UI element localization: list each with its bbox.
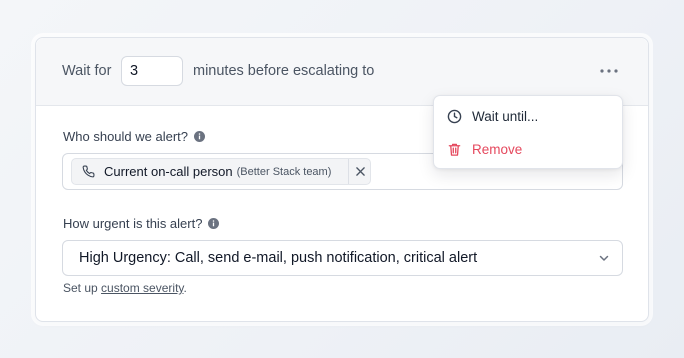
phone-icon	[82, 165, 95, 178]
more-options-button[interactable]	[597, 60, 621, 82]
who-alert-label-text: Who should we alert?	[63, 129, 189, 144]
tag-person-name: Current on-call person	[104, 164, 233, 179]
wait-minutes-input[interactable]	[121, 56, 183, 86]
urgency-label-text: How urgent is this alert?	[63, 216, 203, 231]
wait-suffix-label: minutes before escalating to	[193, 63, 375, 79]
tag-team-name: (Better Stack team)	[236, 165, 332, 178]
menu-item-remove[interactable]: Remove	[434, 134, 622, 164]
chevron-down-icon	[598, 252, 610, 264]
wait-prefix-label: Wait for	[62, 63, 112, 79]
remove-tag-button[interactable]	[349, 159, 371, 184]
who-alert-label: Who should we alert?	[63, 129, 206, 144]
menu-item-label: Remove	[472, 141, 523, 157]
more-options-menu: Wait until... Remove	[433, 95, 623, 169]
trash-icon	[447, 142, 462, 157]
setup-prefix: Set up	[63, 281, 98, 295]
clock-icon	[447, 109, 462, 124]
escalation-step-card: Wait for minutes before escalating to Wh…	[35, 37, 649, 322]
info-icon[interactable]	[194, 131, 206, 142]
custom-severity-link[interactable]: custom severity	[101, 281, 183, 295]
info-icon[interactable]	[208, 218, 220, 229]
on-call-person-tag: Current on-call person (Better Stack tea…	[71, 158, 371, 185]
urgency-select[interactable]: High Urgency: Call, send e-mail, push no…	[62, 240, 623, 276]
more-horizontal-icon	[600, 69, 618, 73]
setup-suffix: .	[183, 281, 187, 295]
urgency-selected-value: High Urgency: Call, send e-mail, push no…	[79, 250, 478, 266]
menu-item-label: Wait until...	[472, 108, 539, 124]
urgency-label: How urgent is this alert?	[63, 216, 220, 231]
menu-item-wait-until[interactable]: Wait until...	[434, 101, 622, 131]
close-icon	[355, 167, 365, 176]
custom-severity-hint: Set up custom severity.	[63, 281, 187, 295]
